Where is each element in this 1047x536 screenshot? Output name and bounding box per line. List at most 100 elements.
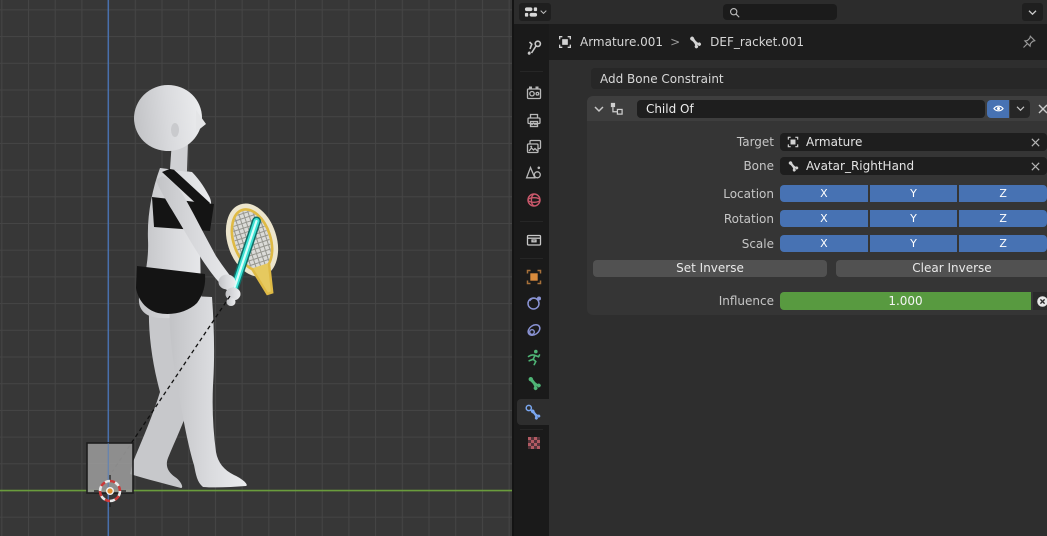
object-constraints-icon (525, 321, 543, 339)
constraint-delete-button[interactable] (1037, 103, 1047, 115)
panel-expand-icon[interactable] (594, 105, 604, 113)
breadcrumb-separator: > (670, 35, 680, 49)
blender-window: Armature.001 > DEF_racket.001 (0, 0, 1047, 536)
location-label: Location (587, 185, 774, 203)
search-input[interactable] (744, 4, 828, 20)
bone-row: Bone Avatar_RightHand (587, 157, 1047, 175)
tab-output-properties[interactable] (518, 107, 549, 133)
breadcrumb-bone[interactable]: DEF_racket.001 (710, 35, 804, 49)
object-icon (786, 135, 800, 149)
tab-bone-properties[interactable] (518, 370, 549, 396)
hand (219, 275, 236, 290)
child-of-constraint-panel: Child Of (587, 96, 1047, 315)
header-dropdown-button[interactable] (1022, 3, 1043, 21)
physics-icon (525, 294, 543, 312)
eye-icon (992, 103, 1005, 114)
bone-constraints-content: Add Bone Constraint Child Of (549, 60, 1047, 536)
set-inverse-button[interactable]: Set Inverse (593, 260, 827, 277)
bone-label: Bone (587, 157, 774, 175)
collection-icon (525, 231, 543, 249)
output-icon (525, 111, 543, 129)
constraint-panel-header: Child Of (587, 96, 1047, 121)
tab-object-properties[interactable] (518, 264, 549, 290)
target-row: Target Armature (587, 133, 1047, 151)
tab-object-constraint-properties[interactable] (518, 317, 549, 343)
pin-icon (1021, 34, 1037, 50)
breadcrumb-object[interactable]: Armature.001 (580, 35, 663, 49)
constraint-name-field[interactable]: Child Of (637, 100, 985, 118)
breadcrumb: Armature.001 > DEF_racket.001 (549, 24, 1047, 60)
texture-icon (525, 434, 543, 452)
tab-separator (520, 221, 543, 222)
add-bone-constraint-button[interactable]: Add Bone Constraint (591, 68, 1047, 89)
tab-collection-properties[interactable] (518, 227, 549, 253)
viewport-scene (0, 0, 512, 536)
tab-tool[interactable] (518, 35, 549, 61)
tab-bone-constraint-properties[interactable] (517, 399, 549, 425)
tab-scene-properties[interactable] (518, 160, 549, 186)
view-layer-icon (525, 138, 543, 156)
bone-icon (525, 374, 543, 392)
circle-x-icon (1036, 295, 1047, 308)
child-of-constraint-icon (609, 101, 624, 116)
scale-x-toggle[interactable]: X (780, 235, 868, 252)
chevron-down-icon (1016, 105, 1025, 112)
armature-root-box[interactable] (87, 443, 133, 493)
editor-type-button[interactable] (519, 3, 551, 21)
tab-separator (520, 71, 543, 72)
properties-header (514, 0, 1047, 24)
tab-object-data-properties[interactable] (518, 344, 549, 370)
constraint-visibility-toggle[interactable] (987, 100, 1009, 118)
bone-icon (786, 159, 800, 173)
rotation-z-toggle[interactable]: Z (959, 210, 1047, 227)
target-field[interactable]: Armature (780, 133, 1047, 151)
pin-button[interactable] (1021, 34, 1037, 50)
scene-icon (525, 164, 543, 182)
properties-editor-icon (524, 5, 538, 19)
location-x-toggle[interactable]: X (780, 185, 868, 202)
properties-editor: Armature.001 > DEF_racket.001 (512, 0, 1047, 536)
target-label: Target (587, 133, 774, 151)
bone-field[interactable]: Avatar_RightHand (780, 157, 1047, 175)
render-icon (525, 84, 543, 102)
tool-icon (525, 39, 543, 57)
scale-row: Scale X Y Z (587, 235, 1047, 253)
close-icon (1037, 103, 1047, 115)
clear-inverse-button[interactable]: Clear Inverse (836, 260, 1047, 277)
armature-data-icon (525, 348, 543, 366)
chevron-down-icon (1028, 9, 1037, 16)
clear-target-icon[interactable] (1030, 137, 1041, 148)
scale-label: Scale (587, 235, 774, 253)
location-z-toggle[interactable]: Z (959, 185, 1047, 202)
constraint-extras-dropdown[interactable] (1010, 100, 1030, 118)
bone-value: Avatar_RightHand (806, 159, 1024, 173)
search-icon (729, 7, 740, 18)
tab-texture-properties[interactable] (518, 430, 549, 456)
chevron-down-icon (540, 9, 547, 15)
rotation-x-toggle[interactable]: X (780, 210, 868, 227)
rotation-y-toggle[interactable]: Y (870, 210, 958, 227)
scale-z-toggle[interactable]: Z (959, 235, 1047, 252)
location-row: Location X Y Z (587, 185, 1047, 203)
location-y-toggle[interactable]: Y (870, 185, 958, 202)
search-box[interactable] (723, 4, 837, 20)
clear-bone-icon[interactable] (1030, 161, 1041, 172)
tab-physics-properties[interactable] (518, 290, 549, 316)
rotation-label: Rotation (587, 210, 774, 228)
bone-constraints-icon (524, 403, 542, 421)
world-icon (525, 191, 543, 209)
tab-separator (520, 258, 543, 259)
tab-world-properties[interactable] (518, 187, 549, 213)
object-icon (525, 268, 543, 286)
influence-slider[interactable]: 1.000 (780, 292, 1031, 310)
scale-y-toggle[interactable]: Y (870, 235, 958, 252)
tab-view-layer-properties[interactable] (518, 134, 549, 160)
target-value: Armature (806, 135, 1024, 149)
tab-render-properties[interactable] (518, 80, 549, 106)
influence-label: Influence (587, 292, 774, 310)
clear-animation-button[interactable] (1033, 292, 1047, 310)
3d-viewport[interactable] (0, 0, 512, 536)
rotation-row: Rotation X Y Z (587, 210, 1047, 228)
properties-tab-column (514, 24, 549, 536)
object-icon (557, 34, 573, 50)
